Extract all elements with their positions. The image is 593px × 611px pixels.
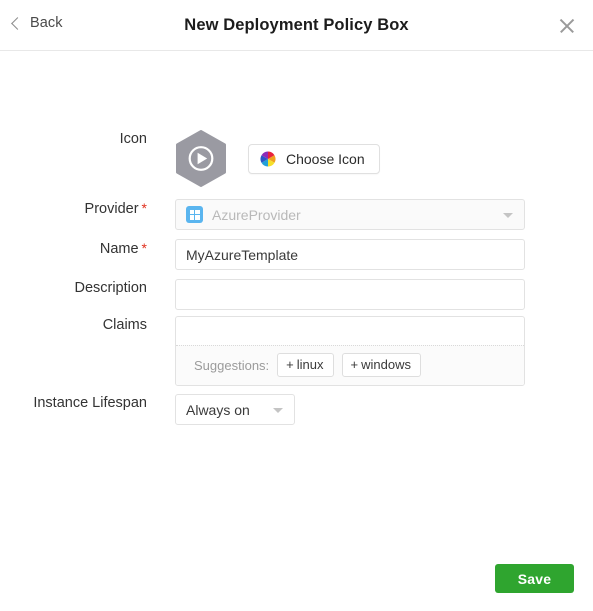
suggestion-chip-linux-label: linux [296, 357, 324, 372]
form-row-provider: Provider * AzureProvider [0, 199, 593, 230]
name-label: Name * [0, 239, 147, 259]
name-label-text: Name [99, 241, 139, 257]
choose-icon-button-label: Choose Icon [286, 150, 365, 167]
instance-lifespan-label: Instance Lifespan [33, 395, 147, 411]
form-row-instance-lifespan: Instance Lifespan Always on [0, 394, 593, 425]
provider-value: AzureProvider [212, 206, 301, 223]
close-icon[interactable] [555, 14, 579, 38]
hexagon-play-icon[interactable] [175, 130, 227, 187]
plus-icon: + [286, 357, 294, 372]
icon-label: Icon [119, 131, 147, 147]
name-required-mark: * [141, 240, 147, 256]
name-input-value: MyAzureTemplate [186, 246, 299, 263]
claims-label: Claims [102, 317, 147, 333]
suggestions-label: Suggestions: [194, 357, 270, 373]
provider-select[interactable]: AzureProvider [175, 199, 525, 230]
suggestion-chip-windows[interactable]: + windows [341, 353, 421, 377]
plus-icon: + [350, 357, 359, 372]
name-input[interactable]: MyAzureTemplate [175, 239, 525, 270]
color-wheel-icon [260, 151, 276, 167]
chevron-down-icon [503, 213, 513, 218]
instance-lifespan-value: Always on [186, 401, 250, 418]
provider-label-text: Provider [84, 201, 139, 217]
provider-label: Provider * [0, 199, 147, 219]
choose-icon-button[interactable]: Choose Icon [248, 143, 380, 174]
description-label: Description [74, 280, 147, 296]
form-row-claims: Claims Suggestions: + linux + windows [0, 316, 593, 386]
description-input[interactable] [175, 279, 525, 310]
claims-field: Suggestions: + linux + windows [175, 316, 525, 386]
save-button[interactable]: Save [495, 564, 574, 593]
dialog-title: New Deployment Policy Box [184, 16, 409, 34]
provider-required-mark: * [141, 200, 147, 216]
claims-suggestions: Suggestions: + linux + windows [176, 345, 524, 385]
dialog-header: Back New Deployment Policy Box [0, 0, 593, 51]
suggestion-chip-windows-label: windows [361, 357, 411, 372]
form-row-description: Description [0, 279, 593, 310]
claims-input[interactable] [176, 317, 524, 345]
chevron-down-icon [273, 408, 283, 413]
form-row-icon: Icon Choose Icon [0, 130, 593, 187]
suggestion-chip-linux[interactable]: + linux [277, 353, 334, 377]
form-row-name: Name * MyAzureTemplate [0, 239, 593, 270]
azure-provider-icon [186, 206, 203, 223]
instance-lifespan-select[interactable]: Always on [175, 394, 295, 425]
